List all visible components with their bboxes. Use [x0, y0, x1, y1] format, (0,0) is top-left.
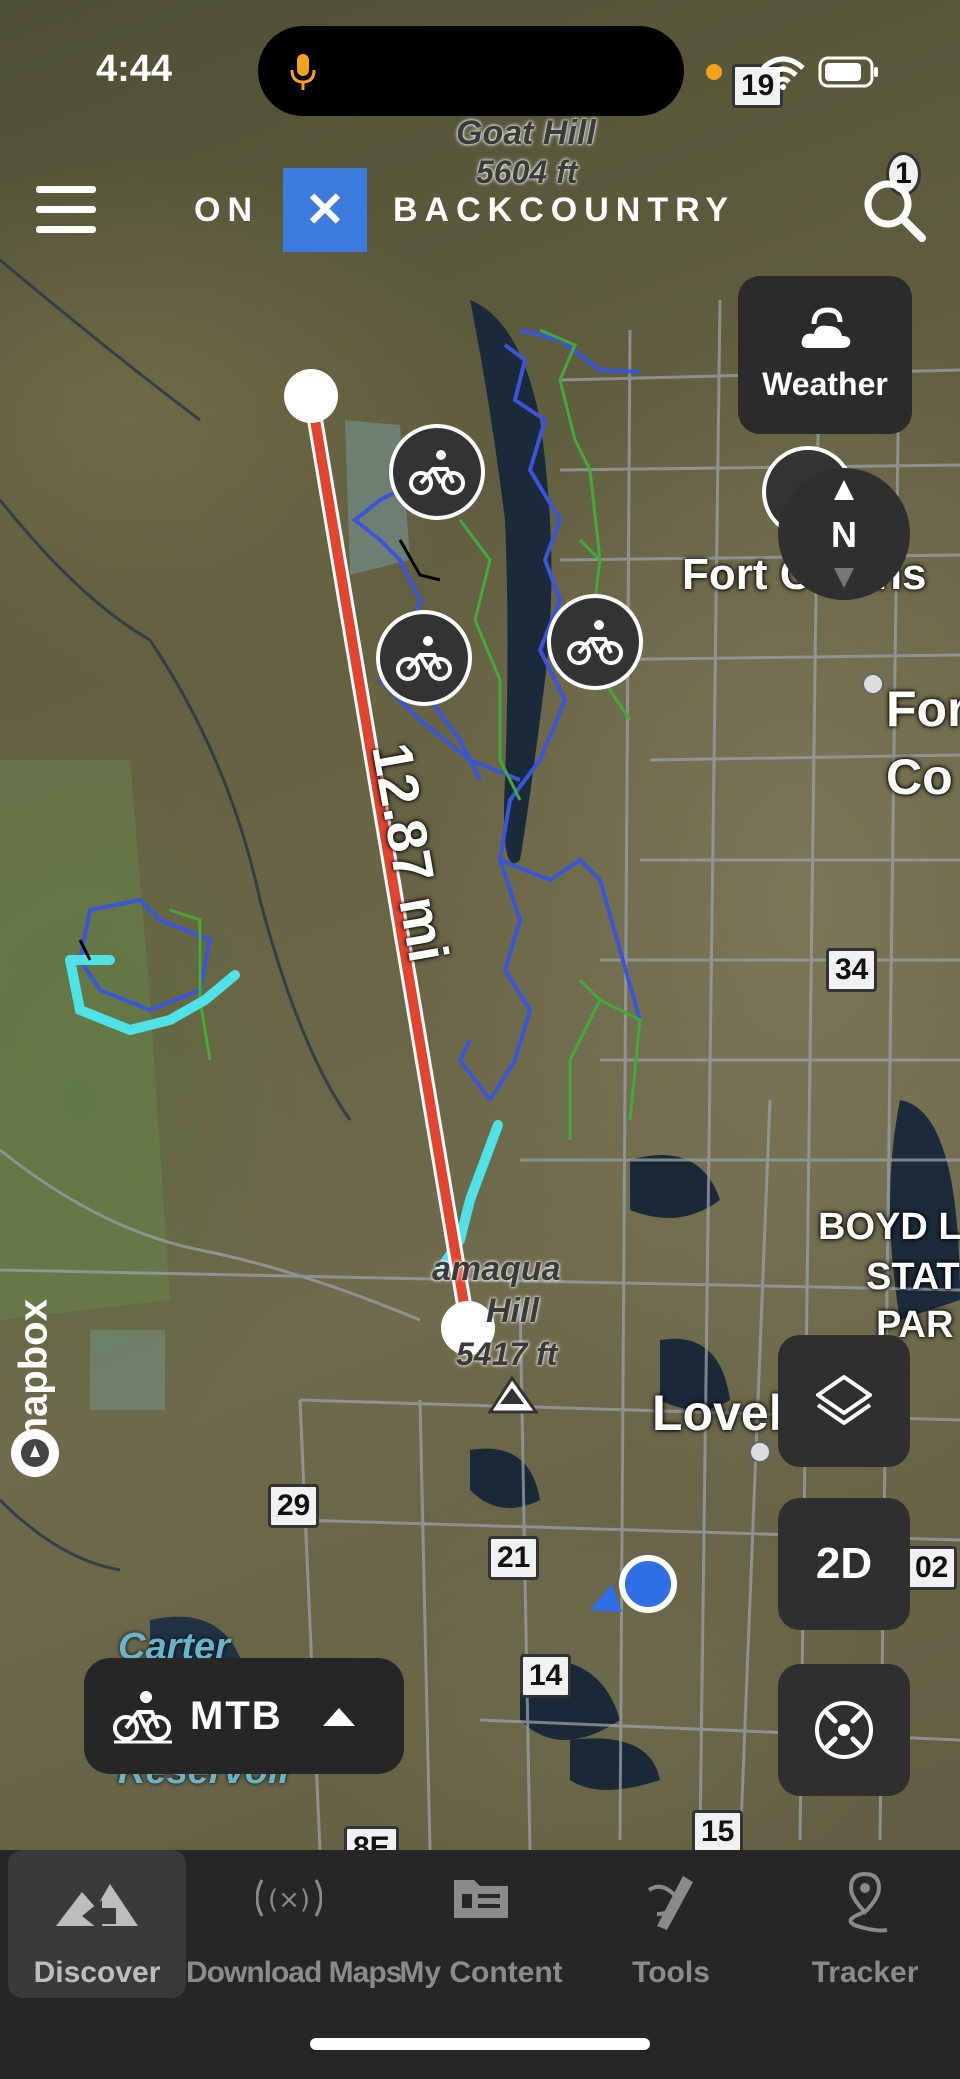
- tab-my-content[interactable]: My Content: [392, 1850, 570, 1998]
- tab-download-maps[interactable]: (×) Download Maps: [186, 1850, 402, 1998]
- tab-label: Tools: [632, 1956, 710, 1989]
- tab-tools[interactable]: Tools: [600, 1850, 742, 1998]
- tab-discover[interactable]: Discover: [8, 1850, 186, 1998]
- mapbox-wordmark: mapbox: [11, 1299, 56, 1453]
- map-mode-label: 2D: [815, 1539, 873, 1588]
- tab-label: Download Maps: [186, 1956, 402, 1989]
- map-label-fort-collins-large-b: Co: [886, 749, 953, 805]
- tab-label: Tracker: [811, 1956, 919, 1989]
- route-shield: 14: [520, 1654, 572, 1698]
- route-shield: 29: [268, 1484, 320, 1528]
- weather-button[interactable]: Weather: [738, 276, 912, 434]
- bike-icon: [396, 636, 452, 681]
- mtb-trail-marker[interactable]: [547, 594, 643, 690]
- map-label-fort-collins-large-a: For: [886, 681, 960, 737]
- weather-cloud-icon: [801, 307, 851, 348]
- download-icon: (×): [256, 1879, 322, 1917]
- onx-logo: ON ✕ BACKCOUNTRY: [194, 168, 735, 252]
- compass-north-label: N: [831, 514, 857, 555]
- mtb-trail-marker[interactable]: [376, 610, 472, 706]
- status-bar: 4:44: [0, 0, 960, 130]
- microphone-icon: [290, 54, 316, 90]
- map-label-loveland: Lovel: [652, 1385, 783, 1441]
- map-label-kamaqua: amaqua: [432, 1250, 561, 1288]
- logo-x-icon: ✕: [304, 184, 346, 237]
- user-location-dot: [619, 1555, 677, 1613]
- activity-selector[interactable]: MTB: [84, 1658, 404, 1774]
- map-label-boyd-1: BOYD L: [818, 1206, 960, 1248]
- compass-button[interactable]: N: [778, 468, 910, 600]
- logo-mark: ✕: [283, 168, 367, 252]
- chevron-up-icon: [322, 1708, 355, 1726]
- mtb-icon: [113, 1691, 172, 1744]
- hamburger-menu-icon[interactable]: [36, 182, 96, 238]
- dynamic-island: [258, 26, 684, 116]
- route-shield: 34: [826, 948, 878, 992]
- tab-label: Discover: [33, 1956, 161, 1989]
- home-indicator[interactable]: [310, 2038, 650, 2050]
- route-shield: 15: [692, 1810, 744, 1854]
- tools-icon: [647, 1876, 693, 1930]
- route-shield: 02: [906, 1546, 958, 1590]
- wifi-icon: [761, 56, 805, 90]
- logo-text-backcountry: BACKCOUNTRY: [393, 190, 736, 229]
- locate-me-button[interactable]: [778, 1664, 910, 1796]
- svg-text:(×): (×): [268, 1885, 310, 1915]
- mapbox-logo-icon: [11, 1429, 59, 1477]
- battery-icon: [818, 56, 878, 88]
- bike-icon: [567, 620, 623, 665]
- route-shield: 21: [488, 1536, 540, 1580]
- layers-button[interactable]: [778, 1335, 910, 1467]
- tab-tracker[interactable]: Tracker: [790, 1850, 940, 1998]
- layers-icon: [816, 1375, 872, 1425]
- folder-icon: [454, 1880, 508, 1918]
- search-icon[interactable]: [862, 178, 926, 242]
- mtb-trail-marker[interactable]: [389, 424, 485, 520]
- logo-text-on: ON: [194, 190, 259, 229]
- mapbox-attribution[interactable]: mapbox: [4, 1230, 60, 1480]
- tab-label: My Content: [399, 1956, 563, 1989]
- toggle-2d-3d-button[interactable]: 2D: [778, 1498, 910, 1630]
- privacy-indicator-dot: [706, 64, 722, 80]
- status-time: 4:44: [96, 48, 173, 90]
- activity-label: MTB: [190, 1693, 283, 1738]
- map-label-hill-elev: 5417 ft: [456, 1336, 558, 1372]
- measure-start-handle: [284, 369, 338, 423]
- crosshair-icon: [815, 1701, 873, 1759]
- tracker-icon: [848, 1871, 888, 1933]
- map-label-boyd-2: STAT: [866, 1256, 960, 1298]
- bike-icon: [409, 450, 465, 495]
- discover-icon: [56, 1884, 138, 1932]
- map-label-hill: Hill: [486, 1292, 539, 1330]
- weather-label: Weather: [762, 366, 888, 402]
